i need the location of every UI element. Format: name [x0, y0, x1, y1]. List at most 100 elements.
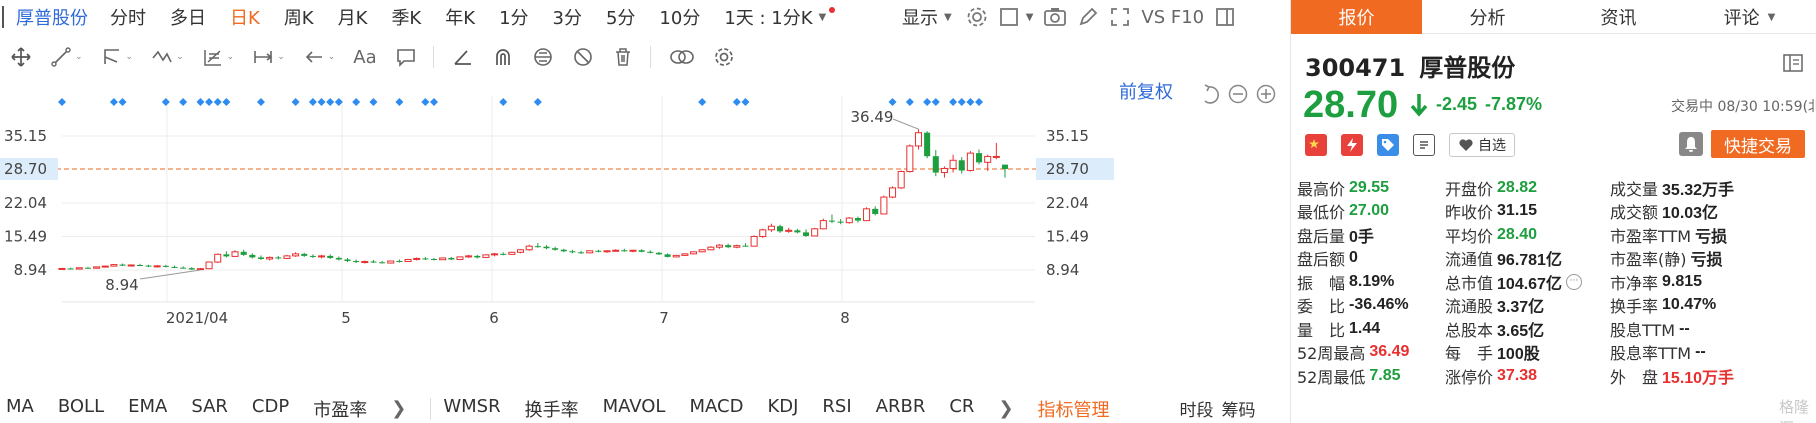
magnet-icon[interactable] [492, 42, 514, 72]
chevron-right-icon[interactable]: ❯ [391, 398, 406, 419]
hide-drawings-icon[interactable] [572, 42, 594, 72]
quote-tab-2[interactable]: 资讯 [1553, 0, 1684, 34]
period-tab-8[interactable]: 3分 [553, 4, 582, 30]
angle-icon[interactable] [452, 42, 474, 72]
period-tab-5[interactable]: 季K [391, 4, 421, 30]
chevron-down-icon: ⌄ [277, 52, 285, 62]
signal-diamond [732, 98, 741, 106]
lock-drawings-icon[interactable] [532, 42, 554, 72]
candle-body [257, 257, 265, 259]
chevron-right-icon[interactable]: ❯ [998, 398, 1013, 419]
flash-icon[interactable] [1341, 134, 1363, 156]
bell-icon[interactable] [1679, 132, 1703, 156]
gear-icon[interactable] [713, 42, 735, 72]
settings-icon[interactable] [966, 3, 988, 31]
quote-label: 52周最低 [1297, 367, 1366, 387]
display-select[interactable]: 显示 ▼ [902, 4, 952, 30]
quick-trade-button[interactable]: 快捷交易 [1711, 130, 1805, 158]
chip-toggle[interactable]: 筹码 [1222, 396, 1256, 421]
indicator-2[interactable]: EMA [128, 396, 167, 422]
period-tab-9[interactable]: 5分 [606, 4, 635, 30]
candle-body [759, 229, 767, 237]
interval-select[interactable]: 1天 : 1分K ▼ [724, 4, 836, 30]
candle-body [725, 245, 732, 248]
indicator-b-6[interactable]: ARBR [876, 396, 926, 422]
quote-tab-1[interactable]: 分析 [1422, 0, 1553, 34]
quote-tab-0[interactable]: 报价 [1291, 0, 1422, 34]
period-tab-6[interactable]: 年K [445, 4, 475, 30]
session-toggle[interactable]: 时段 [1180, 396, 1214, 421]
stock-title: 300471 厚普股份 [1305, 48, 1515, 83]
channel-icon[interactable]: ⌄ [101, 42, 133, 72]
y-tick-right: 15.49 [1046, 228, 1089, 246]
period-tab-3[interactable]: 周K [284, 4, 314, 30]
indicator-manage-link[interactable]: 指标管理 [1038, 396, 1110, 422]
fib-icon[interactable]: ⌄ [202, 42, 234, 72]
indicator-5[interactable]: 市盈率 [313, 396, 367, 422]
camera-icon[interactable] [1043, 3, 1067, 31]
indicator-b-3[interactable]: MACD [689, 396, 743, 422]
period-tab-4[interactable]: 月K [338, 4, 368, 30]
quote-tab-3[interactable]: 评论 ▼ [1684, 0, 1815, 34]
indicator-1[interactable]: BOLL [58, 396, 104, 422]
quote-cell: 总市值 104.67亿 ··· [1445, 270, 1610, 294]
note-icon[interactable] [395, 42, 417, 72]
period-tab-10[interactable]: 10分 [659, 4, 700, 30]
arrow-left-icon[interactable]: ⌄ [303, 42, 335, 72]
pen-icon[interactable] [1077, 3, 1099, 31]
indicator-b-5[interactable]: RSI [822, 396, 851, 422]
quote-label: 市盈率TTM [1610, 226, 1692, 246]
candle-body [430, 258, 438, 260]
indicator-b-7[interactable]: CR [949, 396, 974, 422]
add-to-watchlist-button[interactable]: 自选 [1449, 133, 1515, 157]
candle-body [353, 261, 360, 263]
trash-icon[interactable] [612, 42, 634, 72]
crosshair-move-icon[interactable] [10, 42, 32, 72]
signal-diamond [741, 98, 750, 106]
more-info-icon[interactable]: ··· [1565, 273, 1582, 290]
indicator-b-4[interactable]: KDJ [767, 396, 798, 422]
notes-icon[interactable] [1413, 134, 1435, 156]
kline-chart[interactable]: 前复权 35.15 35.15 28.70 28.70 22.04 22.04 15.49 1… [0, 80, 1290, 380]
period-tab-0[interactable]: 分时 [110, 4, 146, 30]
range-icon[interactable]: ⌄ [252, 42, 285, 72]
adjust-mode-label[interactable]: 前复权 [1119, 82, 1173, 103]
sidebar-toggle-icon[interactable] [1214, 3, 1236, 31]
tag-icon[interactable] [1377, 134, 1399, 156]
signal-diamond [369, 98, 378, 106]
signal-diamond [888, 98, 897, 106]
candle-body [283, 255, 291, 259]
indicator-b-0[interactable]: WMSR [443, 396, 500, 422]
indicator-b-1[interactable]: 换手率 [525, 396, 579, 422]
indicator-4[interactable]: CDP [252, 396, 289, 422]
fullscreen-icon[interactable] [1109, 3, 1131, 31]
quote-cell: 52周最高 36.49 [1297, 340, 1445, 364]
candle-body [854, 218, 861, 221]
link-icon[interactable] [669, 42, 695, 72]
candle-body [101, 265, 109, 268]
compare-f10-tool[interactable]: VS F10 [1141, 3, 1204, 31]
layout-icon[interactable] [1783, 54, 1803, 72]
interval-select-label: 1天 : 1分K [724, 8, 813, 29]
quote-cell: 最高价 29.55 [1297, 176, 1445, 200]
chevron-down-icon: ⌄ [176, 52, 184, 62]
square-style-icon[interactable]: ▼ [998, 3, 1033, 31]
text-icon[interactable]: Aa [353, 42, 376, 72]
stock-name-tab[interactable]: 厚普股份 [16, 4, 88, 30]
undo-icon[interactable] [1204, 84, 1219, 104]
zoom-in-icon[interactable] [1256, 84, 1276, 104]
period-tab-2[interactable]: 日K [230, 4, 260, 30]
zoom-out-icon[interactable] [1228, 84, 1248, 104]
indicator-0[interactable]: MA [6, 396, 34, 422]
signal-diamond [923, 98, 932, 106]
china-flag-icon[interactable] [1305, 134, 1327, 156]
indicator-3[interactable]: SAR [191, 396, 228, 422]
period-tab-7[interactable]: 1分 [499, 4, 528, 30]
period-tab-1[interactable]: 多日 [170, 4, 206, 30]
trend-line-icon[interactable]: ⌄ [50, 42, 83, 72]
quote-value: 1.44 [1349, 319, 1381, 337]
candle-body [767, 225, 775, 231]
indicator-b-2[interactable]: MAVOL [603, 396, 666, 422]
wave-icon[interactable]: ⌄ [151, 42, 184, 72]
quote-cell: 市盈率TTM 亏损 [1610, 223, 1810, 247]
